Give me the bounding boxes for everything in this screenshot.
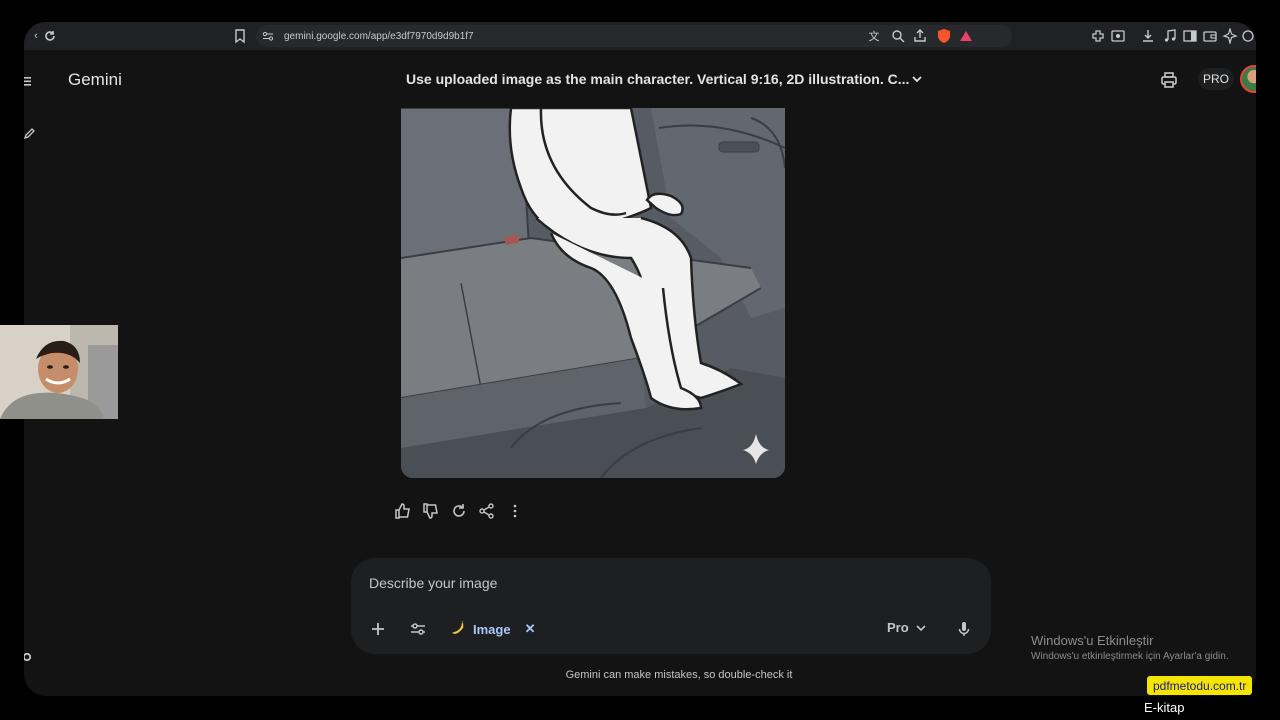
settings-icon[interactable] [24, 650, 38, 664]
windows-activation-watermark: Windows'u Etkinleştir Windows'u etkinleş… [1031, 633, 1229, 662]
share-icon[interactable] [478, 502, 496, 520]
url-text: gemini.google.com/app/e3df7970d9d9b1f7 [284, 30, 474, 42]
conversation-title[interactable]: Use uploaded image as the main character… [406, 71, 909, 87]
thumbs-up-icon[interactable] [394, 502, 412, 520]
print-icon[interactable] [1160, 71, 1178, 89]
account-avatar[interactable] [1240, 65, 1256, 93]
model-selector[interactable]: Pro [887, 620, 927, 635]
webcam-overlay [0, 325, 118, 419]
browser-toolbar: ‹ gemini.google.com/app/e3df7970d9d9b1f7… [24, 22, 1256, 50]
site-settings-icon[interactable] [262, 30, 274, 42]
car-seat-illustration [401, 108, 785, 478]
app-window: ‹ gemini.google.com/app/e3df7970d9d9b1f7… [24, 22, 1256, 696]
new-chat-icon[interactable] [24, 126, 38, 140]
menu-icon[interactable] [24, 74, 38, 88]
add-icon[interactable] [369, 620, 387, 638]
tools-icon[interactable] [409, 620, 427, 638]
reload-icon[interactable] [42, 28, 58, 44]
extensions-icon[interactable] [1090, 28, 1106, 44]
pro-badge[interactable]: PRO [1198, 68, 1234, 90]
rewards-icon[interactable] [958, 28, 974, 44]
image-chip-label: Image [473, 621, 511, 637]
zoom-icon[interactable] [890, 28, 906, 44]
image-tool-chip[interactable]: Image ✕ [449, 617, 535, 641]
ai-sparkle-icon[interactable] [1222, 28, 1238, 44]
chevron-down-icon [916, 624, 926, 631]
webcam-person-image [0, 325, 118, 419]
media-icon[interactable] [1162, 28, 1178, 44]
model-label: Pro [887, 620, 909, 635]
close-icon[interactable]: ✕ [525, 621, 536, 637]
profile-icon[interactable] [1240, 28, 1256, 44]
disclaimer-text: Gemini can make mistakes, so double-chec… [565, 669, 793, 681]
regenerate-icon[interactable] [450, 502, 468, 520]
share-page-icon[interactable] [912, 28, 928, 44]
chevron-down-icon[interactable] [910, 72, 924, 86]
brave-shield-icon[interactable] [936, 28, 952, 44]
generated-image[interactable] [401, 108, 785, 478]
watermark-subtitle: Windows'u etkinleştirmek için Ayarlar'a … [1031, 651, 1229, 662]
screenshot-icon[interactable] [1110, 28, 1126, 44]
bookmark-icon[interactable] [232, 28, 248, 44]
gemini-logo[interactable]: Gemini [68, 70, 122, 90]
response-actions [394, 502, 524, 520]
thumbs-down-icon[interactable] [422, 502, 440, 520]
site-badge: pdfmetodu.com.tr [1147, 676, 1253, 695]
more-icon[interactable] [506, 502, 524, 520]
watermark-title: Windows'u Etkinleştir [1031, 633, 1154, 648]
wallet-icon[interactable] [1202, 28, 1218, 44]
sidebar-toggle-icon[interactable] [1182, 28, 1198, 44]
ekitap-label: E-kitap [1144, 700, 1185, 715]
app-header: Gemini Use uploaded image as the main ch… [56, 50, 1256, 108]
prompt-composer: Image ✕ Pro [351, 558, 991, 654]
microphone-icon[interactable] [955, 620, 973, 638]
prompt-input[interactable] [369, 572, 929, 594]
banana-icon [452, 620, 464, 634]
translate-icon[interactable]: 文 [866, 28, 882, 44]
download-icon[interactable] [1140, 28, 1156, 44]
